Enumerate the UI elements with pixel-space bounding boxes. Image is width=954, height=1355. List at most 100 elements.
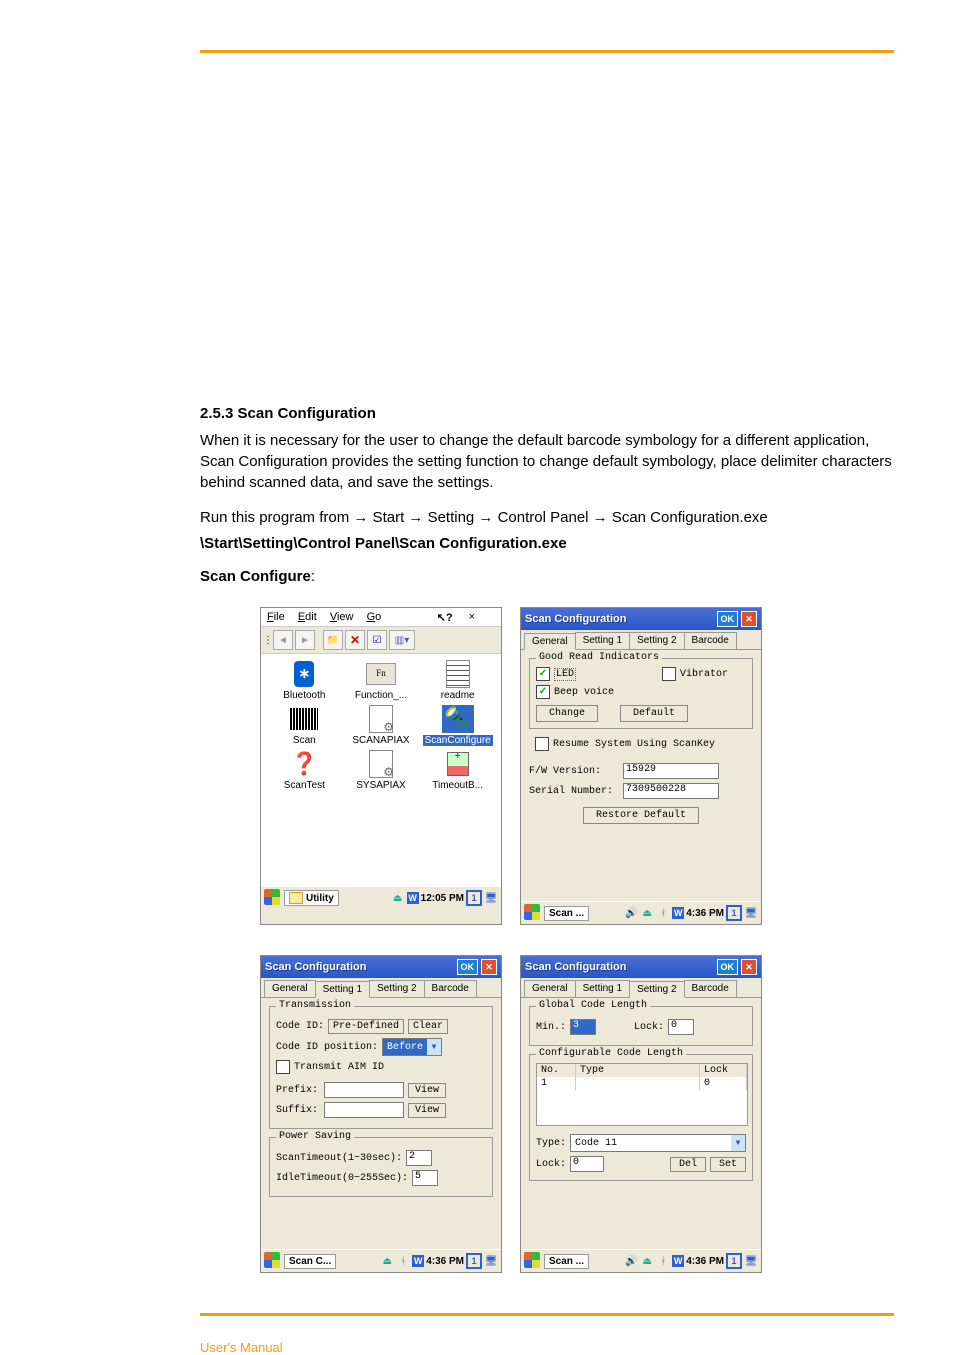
toolbar: ⋮ ◄ ► 📁 ✕ ☑ ▥▾ [261, 627, 501, 654]
explorer-window: File Edit View Go ↖? × ⋮ ◄ ► 📁 ✕ ☑ ▥▾ [260, 607, 502, 925]
menu-go[interactable]: Go [367, 611, 382, 623]
predefined-button[interactable]: Pre-Defined [328, 1019, 404, 1034]
back-button[interactable]: ◄ [273, 630, 293, 650]
change-button[interactable]: Change [536, 705, 598, 722]
tray-desktop-icon[interactable]: 🖥 [484, 891, 498, 905]
tab-setting1[interactable]: Setting 1 [575, 632, 630, 649]
ok-button[interactable]: OK [457, 959, 479, 975]
start-button[interactable] [264, 1252, 282, 1270]
taskbar-time: 12:05 PM [421, 893, 464, 904]
menu-view[interactable]: View [330, 611, 354, 623]
tab-setting1[interactable]: Setting 1 [575, 980, 630, 997]
item-scanapiax[interactable]: SCANAPIAX [344, 705, 419, 746]
sn-label: Serial Number: [529, 786, 619, 797]
ok-button[interactable]: OK [717, 959, 739, 975]
path-bold: \Start\Setting\Control Panel\Scan Config… [200, 535, 567, 552]
fw-value: 15929 [623, 763, 719, 779]
tab-barcode[interactable]: Barcode [684, 632, 737, 649]
tab-general[interactable]: General [264, 980, 316, 997]
item-function[interactable]: FnFunction_... [344, 660, 419, 701]
tab-barcode[interactable]: Barcode [684, 980, 737, 997]
run-prefix: Run this program from [200, 509, 353, 526]
folder-area: ∗Bluetooth FnFunction_... readme Scan SC… [261, 654, 501, 886]
taskbar-button[interactable]: Scan ... [544, 906, 589, 921]
views-button[interactable]: ▥▾ [389, 630, 415, 650]
tray-w-icon[interactable]: W [672, 907, 684, 919]
prefix-input[interactable] [324, 1082, 404, 1098]
tray-desktop-icon[interactable]: 🖥 [744, 906, 758, 920]
close-icon[interactable]: × [469, 611, 475, 624]
idle-timeout-input[interactable]: 5 [412, 1170, 438, 1186]
min-input[interactable]: 3 [570, 1019, 596, 1035]
close-button[interactable]: ✕ [741, 959, 757, 975]
restore-default-button[interactable]: Restore Default [583, 807, 699, 824]
up-button[interactable]: 📁 [323, 630, 343, 650]
clear-button[interactable]: Clear [408, 1019, 448, 1034]
scan-config-setting1-window: Scan ConfigurationOK✕ General Setting 1 … [260, 955, 502, 1273]
fwd-button[interactable]: ► [295, 630, 315, 650]
tray-vol-icon[interactable]: 🔊 [624, 906, 638, 920]
taskbar: Scan ... 🔊 ⏏ ᚼ W 4:36 PM 1 🖥 [521, 901, 761, 924]
tray-remove-icon[interactable]: ⏏ [391, 891, 405, 905]
start-button[interactable] [524, 1252, 542, 1270]
power-legend: Power Saving [276, 1131, 354, 1142]
chk-vibrator[interactable]: Vibrator [662, 667, 728, 681]
scan-timeout-input[interactable]: 2 [406, 1150, 432, 1166]
ok-button[interactable]: OK [717, 611, 739, 627]
item-sysapiax[interactable]: SYSAPIAX [344, 750, 419, 791]
tray-bt-icon[interactable]: ᚼ [656, 906, 670, 920]
taskbar-button[interactable]: Scan C... [284, 1254, 336, 1269]
chk-led[interactable]: ✓LED [536, 667, 576, 681]
code-length-table: No. Type Lock 1 0 [536, 1063, 748, 1126]
tab-setting2[interactable]: Setting 2 [369, 980, 424, 997]
transmission-legend: Transmission [276, 1000, 354, 1011]
close-button[interactable]: ✕ [741, 611, 757, 627]
props-button[interactable]: ☑ [367, 630, 387, 650]
taskbar-button[interactable]: Utility [284, 890, 339, 906]
codeid-pos-dropdown[interactable]: Before▼ [382, 1038, 442, 1056]
item-scanconfigure[interactable]: 🔦ScanConfigure [420, 705, 495, 746]
tab-setting2[interactable]: Setting 2 [629, 981, 684, 998]
help-cursor-icon[interactable]: ↖? [437, 611, 453, 624]
item-scan[interactable]: Scan [267, 705, 342, 746]
del-button[interactable]: Del [670, 1157, 706, 1172]
lock-input[interactable]: 0 [668, 1019, 694, 1035]
chk-beep[interactable]: ✓Beep voice [536, 685, 614, 699]
taskbar-button[interactable]: Scan ... [544, 1254, 589, 1269]
lock2-input[interactable]: 0 [570, 1156, 604, 1172]
default-button[interactable]: Default [620, 705, 688, 722]
tab-general[interactable]: General [524, 980, 576, 997]
fw-label: F/W Version: [529, 766, 619, 777]
tray-1-icon[interactable]: 1 [726, 905, 742, 921]
close-button[interactable]: ✕ [481, 959, 497, 975]
tab-setting1[interactable]: Setting 1 [315, 981, 370, 998]
menu-file[interactable]: File [267, 611, 285, 623]
item-readme[interactable]: readme [420, 660, 495, 701]
tab-setting2[interactable]: Setting 2 [629, 632, 684, 649]
tab-barcode[interactable]: Barcode [424, 980, 477, 997]
tray-w-icon[interactable]: W [407, 892, 419, 904]
menu-edit[interactable]: Edit [298, 611, 317, 623]
chk-aim[interactable]: Transmit AIM ID [276, 1060, 384, 1074]
table-row[interactable]: 1 0 [537, 1077, 747, 1090]
suffix-input[interactable] [324, 1102, 404, 1118]
start-button[interactable] [264, 889, 282, 907]
chk-resume[interactable]: Resume System Using ScanKey [535, 737, 715, 751]
tray-1-icon[interactable]: 1 [466, 890, 482, 906]
tray-remove-icon[interactable]: ⏏ [640, 906, 654, 920]
delete-button[interactable]: ✕ [345, 630, 365, 650]
type-dropdown[interactable]: Code 11▼ [570, 1134, 746, 1152]
view-suffix-button[interactable]: View [408, 1103, 446, 1118]
tab-general[interactable]: General [524, 633, 576, 650]
item-scantest[interactable]: ❓ScanTest [267, 750, 342, 791]
intro-text: When it is necessary for the user to cha… [200, 430, 894, 493]
item-timeoutb[interactable]: TimeoutB... [420, 750, 495, 791]
start-button[interactable] [524, 904, 542, 922]
scan-config-setting2-window: Scan ConfigurationOK✕ General Setting 1 … [520, 955, 762, 1273]
conf-legend: Configurable Code Length [536, 1048, 686, 1059]
item-bluetooth[interactable]: ∗Bluetooth [267, 660, 342, 701]
indicators-legend: Good Read Indicators [536, 652, 662, 663]
view-prefix-button[interactable]: View [408, 1083, 446, 1098]
taskbar: Utility ⏏ W 12:05 PM 1 🖥 [261, 886, 501, 909]
set-button[interactable]: Set [710, 1157, 746, 1172]
